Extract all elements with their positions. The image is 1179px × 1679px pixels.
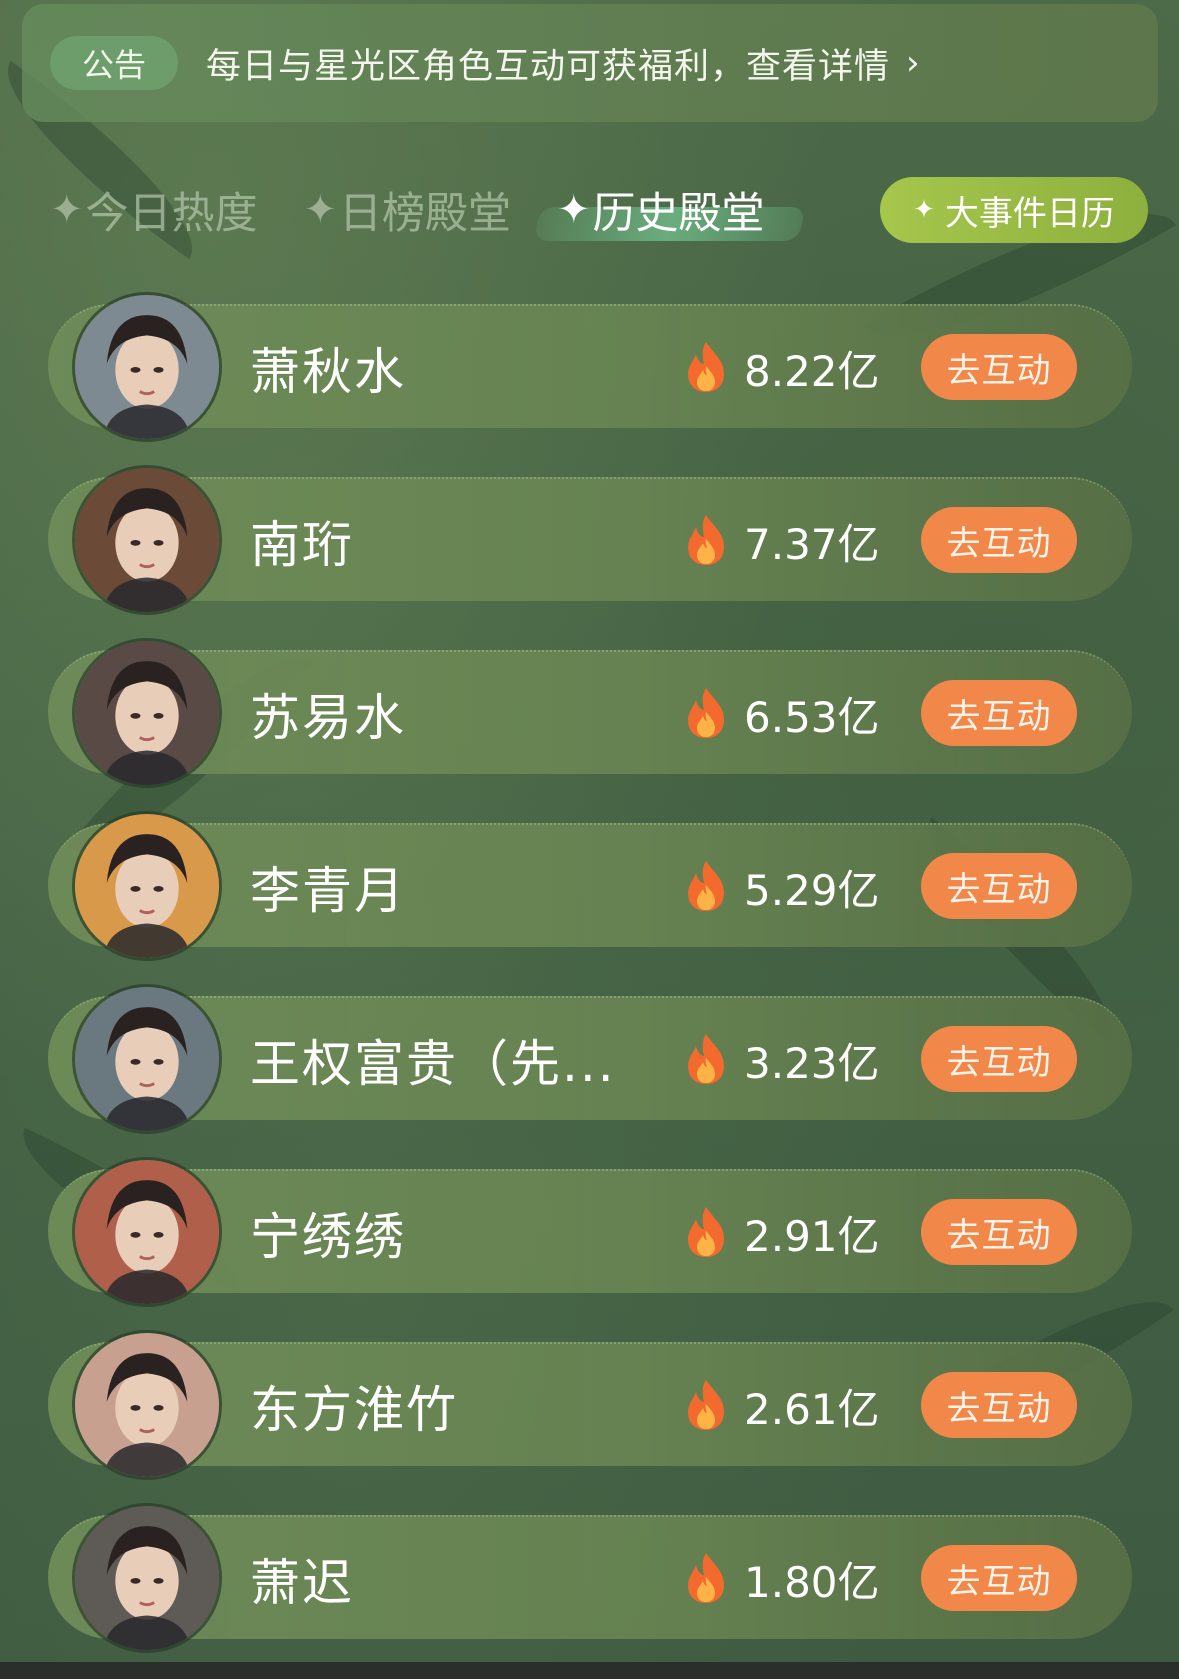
heat-value: 5.29亿 bbox=[744, 866, 880, 915]
tab-label: 今日热度 bbox=[85, 189, 258, 239]
chevron-right-icon[interactable]: › bbox=[906, 43, 920, 83]
character-name: 萧迟 bbox=[250, 1554, 354, 1612]
interact-button[interactable]: 去互动 bbox=[921, 1026, 1077, 1092]
announcement-bar[interactable]: 公告 每日与星光区角色互动可获福利，查看详情 › bbox=[22, 4, 1158, 122]
heat-value: 2.61亿 bbox=[744, 1385, 880, 1434]
avatar-portrait-icon bbox=[75, 987, 219, 1131]
interact-button[interactable]: 去互动 bbox=[921, 853, 1077, 919]
interact-button[interactable]: 去互动 bbox=[921, 1372, 1077, 1438]
ranking-row[interactable]: 苏易水 6.53亿 去互动 bbox=[48, 636, 1132, 788]
sparkle-icon: ✦ bbox=[913, 195, 935, 225]
ranking-row[interactable]: 萧秋水 8.22亿 去互动 bbox=[48, 290, 1132, 442]
interact-button[interactable]: 去互动 bbox=[921, 680, 1077, 746]
flame-icon bbox=[688, 861, 724, 911]
sparkle-icon: ✦ bbox=[50, 187, 84, 233]
avatar[interactable] bbox=[72, 638, 222, 788]
heat-value: 2.91亿 bbox=[744, 1212, 880, 1261]
ranking-row[interactable]: 李青月 5.29亿 去互动 bbox=[48, 809, 1132, 961]
interact-button[interactable]: 去互动 bbox=[921, 1545, 1077, 1611]
flame-icon bbox=[688, 1034, 724, 1084]
heat-value: 1.80亿 bbox=[744, 1558, 880, 1607]
avatar-portrait-icon bbox=[75, 295, 219, 439]
ranking-row[interactable]: 萧迟 1.80亿 去互动 bbox=[48, 1501, 1132, 1653]
interact-button[interactable]: 去互动 bbox=[921, 334, 1077, 400]
avatar-portrait-icon bbox=[75, 468, 219, 612]
flame-icon bbox=[688, 1380, 724, 1430]
heat-value: 8.22亿 bbox=[744, 347, 880, 396]
avatar[interactable] bbox=[72, 1330, 222, 1480]
flame-icon bbox=[688, 342, 724, 392]
character-name: 宁绣绣 bbox=[250, 1208, 406, 1266]
character-name: 李青月 bbox=[250, 862, 406, 920]
avatar-portrait-icon bbox=[75, 814, 219, 958]
avatar-portrait-icon bbox=[75, 641, 219, 785]
tab-history-hall[interactable]: ✦ 历史殿堂 bbox=[557, 179, 765, 241]
avatar[interactable] bbox=[72, 984, 222, 1134]
heat-value: 6.53亿 bbox=[744, 693, 880, 742]
announcement-badge: 公告 bbox=[50, 36, 178, 90]
sparkle-icon: ✦ bbox=[303, 187, 338, 233]
ranking-row[interactable]: 南珩 7.37亿 去互动 bbox=[48, 463, 1132, 615]
flame-icon bbox=[688, 1553, 724, 1603]
flame-icon bbox=[688, 515, 724, 565]
announcement-text[interactable]: 每日与星光区角色互动可获福利，查看详情 bbox=[206, 38, 890, 89]
bottom-edge bbox=[0, 1662, 1179, 1679]
ranking-tabs: ✦ 今日热度 ✦ 日榜殿堂 ✦ 历史殿堂 bbox=[50, 170, 811, 250]
event-calendar-label: 大事件日历 bbox=[944, 193, 1115, 234]
character-name: 东方淮竹 bbox=[250, 1381, 458, 1439]
character-name: 南珩 bbox=[250, 516, 354, 574]
ranking-row[interactable]: 王权富贵（先... 3.23亿 去互动 bbox=[48, 982, 1132, 1134]
flame-icon bbox=[688, 688, 724, 738]
tab-daily-hall[interactable]: ✦ 日榜殿堂 bbox=[304, 179, 512, 241]
sparkle-icon: ✦ bbox=[557, 187, 591, 233]
avatar-portrait-icon bbox=[75, 1160, 219, 1304]
interact-button[interactable]: 去互动 bbox=[921, 507, 1077, 573]
ranking-row[interactable]: 东方淮竹 2.61亿 去互动 bbox=[48, 1328, 1132, 1480]
character-name: 苏易水 bbox=[250, 689, 406, 747]
avatar-portrait-icon bbox=[75, 1506, 219, 1650]
avatar[interactable] bbox=[72, 1503, 222, 1653]
tab-label: 历史殿堂 bbox=[592, 189, 765, 239]
avatar[interactable] bbox=[72, 465, 222, 615]
avatar-portrait-icon bbox=[75, 1333, 219, 1477]
tab-today-heat[interactable]: ✦ 今日热度 bbox=[50, 179, 258, 241]
avatar[interactable] bbox=[72, 292, 222, 442]
event-calendar-button[interactable]: ✦ 大事件日历 bbox=[880, 177, 1148, 243]
avatar[interactable] bbox=[72, 1157, 222, 1307]
tab-label: 日榜殿堂 bbox=[339, 189, 512, 239]
character-name: 萧秋水 bbox=[250, 343, 406, 401]
ranking-row[interactable]: 宁绣绣 2.91亿 去互动 bbox=[48, 1155, 1132, 1307]
heat-value: 7.37亿 bbox=[744, 520, 880, 569]
flame-icon bbox=[688, 1207, 724, 1257]
avatar[interactable] bbox=[72, 811, 222, 961]
heat-value: 3.23亿 bbox=[744, 1039, 880, 1088]
character-name: 王权富贵（先... bbox=[250, 1035, 610, 1093]
interact-button[interactable]: 去互动 bbox=[921, 1199, 1077, 1265]
